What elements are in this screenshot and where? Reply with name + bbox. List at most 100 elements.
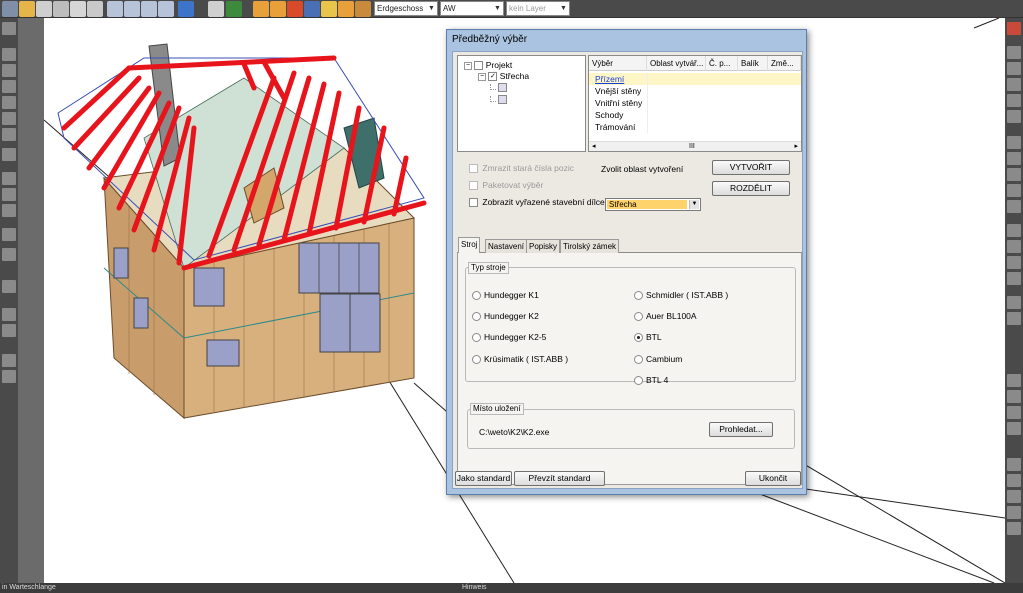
grid-settings-icon[interactable] [1007, 374, 1021, 387]
radio-button[interactable] [634, 312, 643, 322]
selection-grid[interactable]: Výběr Oblast vytvář... Č. p... Balík Změ… [588, 55, 802, 152]
plane-icon[interactable] [1007, 272, 1021, 285]
machine-option[interactable]: Hundegger K2-5 [472, 332, 546, 343]
machine-option[interactable]: Cambium [634, 354, 682, 365]
zoom-fit-icon[interactable] [158, 1, 174, 17]
tab-tyrolean-lock[interactable]: Tirolský zámek [560, 239, 620, 253]
machine-option[interactable]: Schmidler ( IST.ABB ) [634, 290, 728, 301]
horizontal-scrollbar[interactable]: ◂ III ▸ [589, 141, 801, 151]
scroll-right-icon[interactable]: ▸ [794, 142, 798, 151]
dimension-icon[interactable] [287, 1, 303, 17]
shape-icon[interactable] [1007, 256, 1021, 269]
open-folder-icon[interactable] [19, 1, 35, 17]
measure-icon[interactable] [2, 324, 16, 337]
collapse-icon[interactable]: − [478, 72, 486, 81]
show-excluded-option[interactable]: Zobrazit vyřazené stavební dílce [469, 197, 605, 208]
grid-row[interactable]: Schody [589, 109, 801, 121]
check-icon[interactable] [1007, 522, 1021, 535]
zoom-window-icon[interactable] [141, 1, 157, 17]
view-front-icon[interactable] [1007, 78, 1021, 91]
cube-3d-icon[interactable] [226, 1, 242, 17]
tab-machine[interactable]: Stroj [458, 237, 481, 254]
window-icon[interactable] [1007, 390, 1021, 403]
grid-row[interactable]: Přízemí [589, 73, 801, 85]
panel-icon[interactable] [1007, 406, 1021, 419]
room-tool-icon[interactable] [2, 112, 16, 125]
beam-tool-icon[interactable] [2, 172, 16, 185]
area-combo[interactable]: Střecha ▼ [605, 198, 701, 211]
roof-tool-icon[interactable] [270, 1, 286, 17]
machine-option-selected[interactable]: BTL [634, 332, 662, 343]
save-icon[interactable] [36, 1, 52, 17]
brush-icon[interactable] [1007, 200, 1021, 213]
radio-button[interactable] [634, 376, 643, 386]
select-arrow-icon[interactable] [2, 1, 18, 17]
cursor-icon[interactable] [1007, 312, 1021, 325]
pointer-icon[interactable] [2, 22, 16, 35]
radio-button[interactable] [472, 333, 481, 343]
section-icon[interactable] [1007, 168, 1021, 181]
tab-settings[interactable]: Nastavení [485, 239, 528, 253]
split-button[interactable]: ROZDĚLIT [712, 181, 790, 196]
text-tool-icon[interactable] [2, 354, 16, 367]
close-view-icon[interactable] [1007, 22, 1021, 35]
tree-item-empty[interactable] [490, 93, 508, 105]
angle-icon[interactable] [1007, 490, 1021, 503]
print-preview-icon[interactable] [87, 1, 103, 17]
column-header[interactable]: Balík [738, 56, 768, 71]
machine-option[interactable]: BTL 4 [634, 375, 668, 386]
door-tool-icon[interactable] [2, 80, 16, 93]
layer-combo[interactable]: kein Layer ▼ [506, 1, 570, 16]
chevron-down-icon[interactable]: ▼ [689, 200, 699, 209]
print-icon[interactable] [70, 1, 86, 17]
pointer-icon[interactable] [321, 1, 337, 17]
window-tool-icon[interactable] [2, 64, 16, 77]
machine-option[interactable]: Krüsimatik ( IST.ABB ) [472, 354, 568, 365]
as-standard-button[interactable]: Jako standard [455, 471, 512, 486]
freeze-numbers-option[interactable]: Zmrazit stará čísla pozic [469, 163, 574, 174]
stairs-tool-icon[interactable] [2, 148, 16, 161]
tree-checkbox[interactable]: ✓ [488, 72, 498, 82]
house-icon[interactable] [1007, 136, 1021, 149]
fence-tool-icon[interactable] [2, 248, 16, 261]
line-icon[interactable] [1007, 474, 1021, 487]
layers-icon[interactable] [338, 1, 354, 17]
close-button[interactable]: Ukončit [745, 471, 801, 486]
collapse-icon[interactable]: − [464, 61, 472, 70]
radio-button[interactable] [472, 291, 481, 301]
eraser-icon[interactable] [2, 308, 16, 321]
radio-button[interactable] [472, 312, 481, 322]
rafter-tool-icon[interactable] [2, 204, 16, 217]
packet-selection-option[interactable]: Paketovat výběr [469, 180, 543, 191]
label-tool-icon[interactable] [2, 370, 16, 383]
grid-row[interactable]: Vnitřní stěny [589, 97, 801, 109]
radio-button[interactable] [634, 355, 643, 365]
pen-icon[interactable] [1007, 184, 1021, 197]
radio-button[interactable] [634, 333, 643, 343]
tree-item-empty[interactable] [490, 81, 508, 93]
snap-icon[interactable] [253, 1, 269, 17]
roof-draw-icon[interactable] [2, 128, 16, 141]
freeze-numbers-checkbox[interactable] [469, 164, 478, 174]
take-standard-button[interactable]: Převzít standard [514, 471, 605, 486]
floor-combo[interactable]: Erdgeschoss ▼ [374, 1, 438, 16]
view-iso-icon[interactable] [1007, 110, 1021, 123]
grid-row[interactable]: Trámování [589, 121, 801, 133]
list-icon[interactable] [1007, 240, 1021, 253]
undo-icon[interactable] [178, 1, 194, 17]
pan-icon[interactable] [208, 1, 224, 17]
create-button[interactable]: VYTVOŘIT [712, 160, 790, 175]
column-header[interactable]: Výběr [589, 56, 647, 71]
pages-icon[interactable] [1007, 422, 1021, 435]
zoom-out-icon[interactable] [124, 1, 140, 17]
table-icon[interactable] [1007, 224, 1021, 237]
packet-selection-checkbox[interactable] [469, 181, 478, 191]
wall-draw-icon[interactable] [2, 48, 16, 61]
wall-combo[interactable]: AW ▼ [440, 1, 504, 16]
structure-tree[interactable]: − Projekt − ✓ Střecha [457, 55, 586, 152]
scroll-left-icon[interactable]: ◂ [592, 142, 596, 151]
truss-tool-icon[interactable] [2, 280, 16, 293]
select-icon[interactable] [1007, 296, 1021, 309]
hatch-icon[interactable] [304, 1, 320, 17]
layout-icon[interactable] [1007, 46, 1021, 59]
